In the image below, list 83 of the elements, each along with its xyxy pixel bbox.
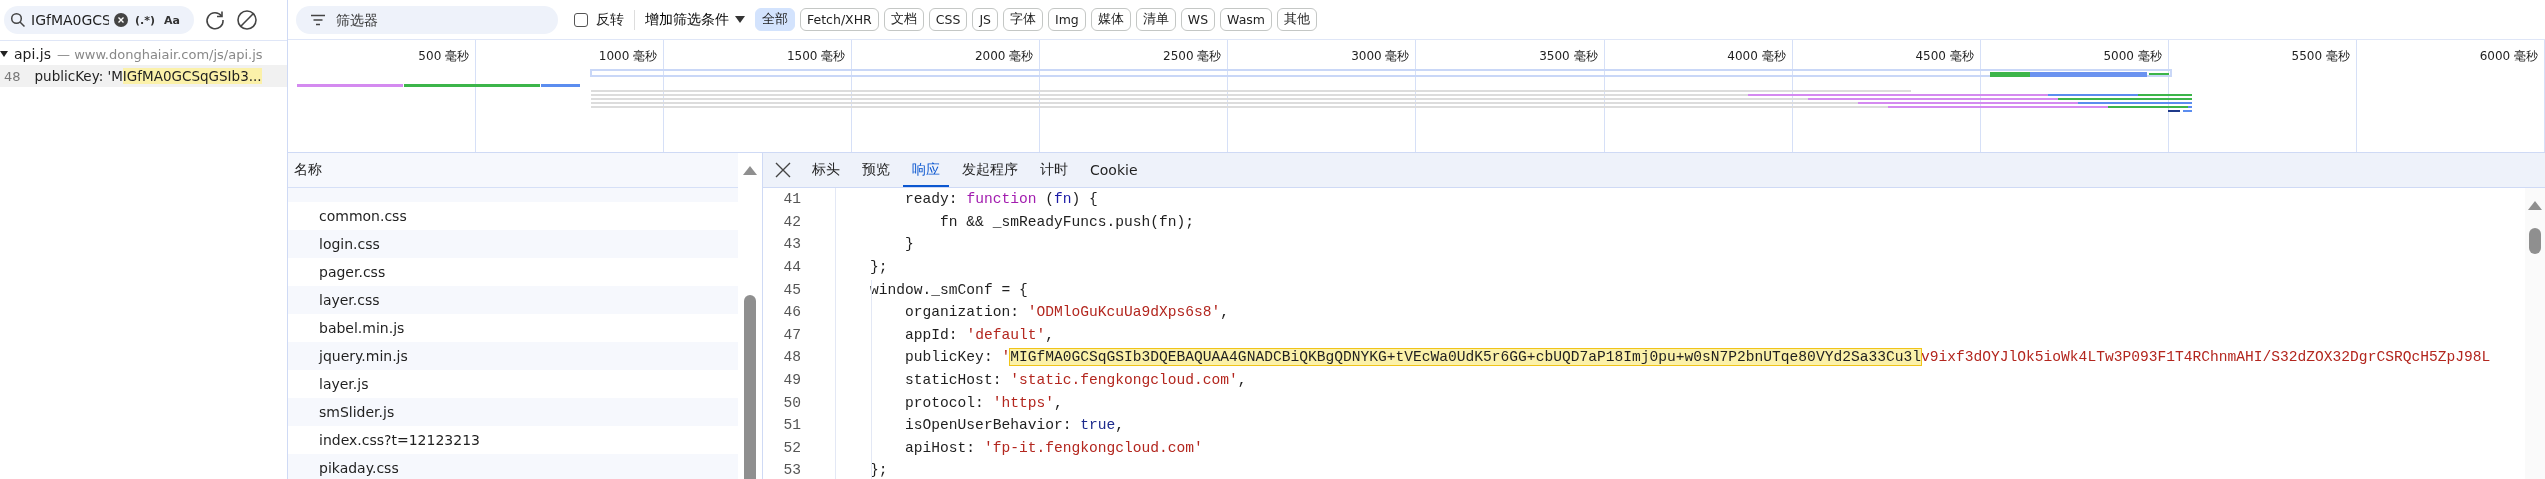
line-number: 42 (782, 213, 801, 230)
detail-tab[interactable]: 响应 (903, 153, 949, 187)
type-filter-chip[interactable]: 字体 (1003, 8, 1043, 31)
request-row[interactable]: pager.css (288, 258, 738, 286)
type-filter-chip[interactable]: Fetch/XHR (800, 8, 879, 31)
code-line: organization: 'ODMloGuKcuUa9dXps6s8', (904, 304, 1230, 321)
type-filter-chip[interactable]: JS (972, 8, 998, 31)
request-row[interactable]: pikaday.css (288, 454, 738, 479)
request-row[interactable]: jquery.min.js (288, 342, 738, 370)
line-number: 48 (782, 349, 801, 366)
time-tick-label: 3000 毫秒 (1351, 48, 1410, 65)
time-tick-label: 6000 毫秒 (2479, 48, 2538, 65)
code-line: isOpenUserBehavior: true, (904, 417, 1124, 434)
refresh-icon[interactable] (204, 9, 226, 31)
type-filter-chip[interactable]: 文档 (883, 8, 924, 31)
expand-icon[interactable] (0, 51, 8, 57)
detail-tab[interactable]: 计时 (1031, 153, 1077, 187)
type-filter-chip[interactable]: 媒体 (1090, 8, 1131, 31)
code-line: apiHost: 'fp-it.fengkongcloud.com' (904, 439, 1203, 456)
time-tick-label: 2500 毫秒 (1163, 48, 1222, 65)
regex-toggle[interactable]: (.*) (133, 13, 157, 27)
line-number: 45 (782, 281, 801, 298)
code-line: protocol: 'https', (904, 394, 1063, 411)
time-tick-label: 3500 毫秒 (1539, 48, 1598, 65)
type-filter-chip[interactable]: CSS (928, 8, 968, 31)
type-filter-chip[interactable]: 清单 (1135, 8, 1176, 31)
line-number: 46 (782, 304, 801, 321)
search-icon (10, 12, 26, 28)
line-number: 43 (782, 236, 801, 253)
scroll-up-icon[interactable] (2528, 201, 2542, 210)
time-tick-label: 1500 毫秒 (786, 48, 846, 65)
filter-field[interactable]: 筛选器 (296, 5, 558, 34)
invert-checkbox[interactable]: 反转 (574, 10, 624, 29)
clear-results-icon[interactable] (236, 9, 258, 31)
type-filter-chip[interactable]: 其他 (1277, 8, 1318, 31)
detail-tab[interactable]: 标头 (803, 153, 849, 187)
time-tick-label: 4500 毫秒 (1915, 48, 1974, 65)
request-row[interactable]: common.css (288, 202, 738, 230)
request-row[interactable]: babel.min.js (288, 314, 738, 342)
code-line: fn && _smReadyFuncs.push(fn); (939, 213, 1195, 230)
time-tick-label: 2000 毫秒 (974, 48, 1034, 65)
request-row[interactable]: layer.js (288, 370, 738, 398)
caret-icon (735, 15, 745, 24)
time-tick-label: 1000 毫秒 (598, 48, 658, 65)
add-filter-dropdown[interactable]: 增加筛选条件 (645, 10, 745, 29)
time-tick-label: 500 毫秒 (418, 48, 470, 65)
scrollbar-thumb[interactable] (2529, 228, 2541, 254)
code-line: staticHost: 'static.fengkongcloud.com', (904, 372, 1247, 389)
case-toggle[interactable]: Aa (162, 13, 182, 27)
scrollbar-thumb[interactable] (744, 295, 756, 479)
line-number: 47 (782, 326, 801, 343)
request-row[interactable]: layer.css (288, 286, 738, 314)
detail-tab[interactable]: 预览 (853, 153, 899, 187)
scroll-up-icon[interactable] (743, 166, 757, 175)
time-tick-label: 5000 毫秒 (2103, 48, 2162, 65)
close-icon[interactable] (775, 162, 791, 178)
line-number: 44 (782, 259, 801, 276)
line-number: 53 (782, 462, 801, 479)
code-line: window._smConf = { (869, 281, 1028, 298)
time-tick-label: 5500 毫秒 (2291, 48, 2350, 65)
line-number: 41 (782, 191, 801, 208)
clear-icon[interactable] (114, 13, 128, 27)
detail-tab[interactable]: 发起程序 (953, 153, 1027, 187)
filter-icon (310, 13, 326, 26)
line-number: 51 (782, 417, 801, 434)
time-tick-label: 4000 毫秒 (1727, 48, 1786, 65)
search-result-file[interactable]: api.js — www.donghaiair.com/js/api.js (0, 43, 287, 65)
request-row[interactable]: smSlider.js (288, 398, 738, 426)
line-number: 52 (782, 439, 801, 456)
type-filter-chip[interactable]: Img (1048, 8, 1086, 31)
code-line: appId: 'default', (904, 326, 1054, 343)
line-number: 50 (782, 394, 801, 411)
request-row[interactable]: login.css (288, 230, 738, 258)
code-line: ready: function (fn) { (904, 191, 1098, 208)
code-line: }; (869, 259, 888, 276)
type-filter-chip[interactable]: WS (1180, 8, 1216, 31)
column-header: 名称 (294, 161, 322, 179)
line-number: 49 (782, 372, 801, 389)
type-filter-chip[interactable]: 全部 (755, 8, 795, 31)
type-filter-chip[interactable]: Wasm (1220, 8, 1273, 31)
detail-tab[interactable]: Cookie (1081, 154, 1147, 186)
request-row[interactable]: index.css?t=12123213 (288, 426, 738, 454)
code-line: } (904, 236, 914, 253)
